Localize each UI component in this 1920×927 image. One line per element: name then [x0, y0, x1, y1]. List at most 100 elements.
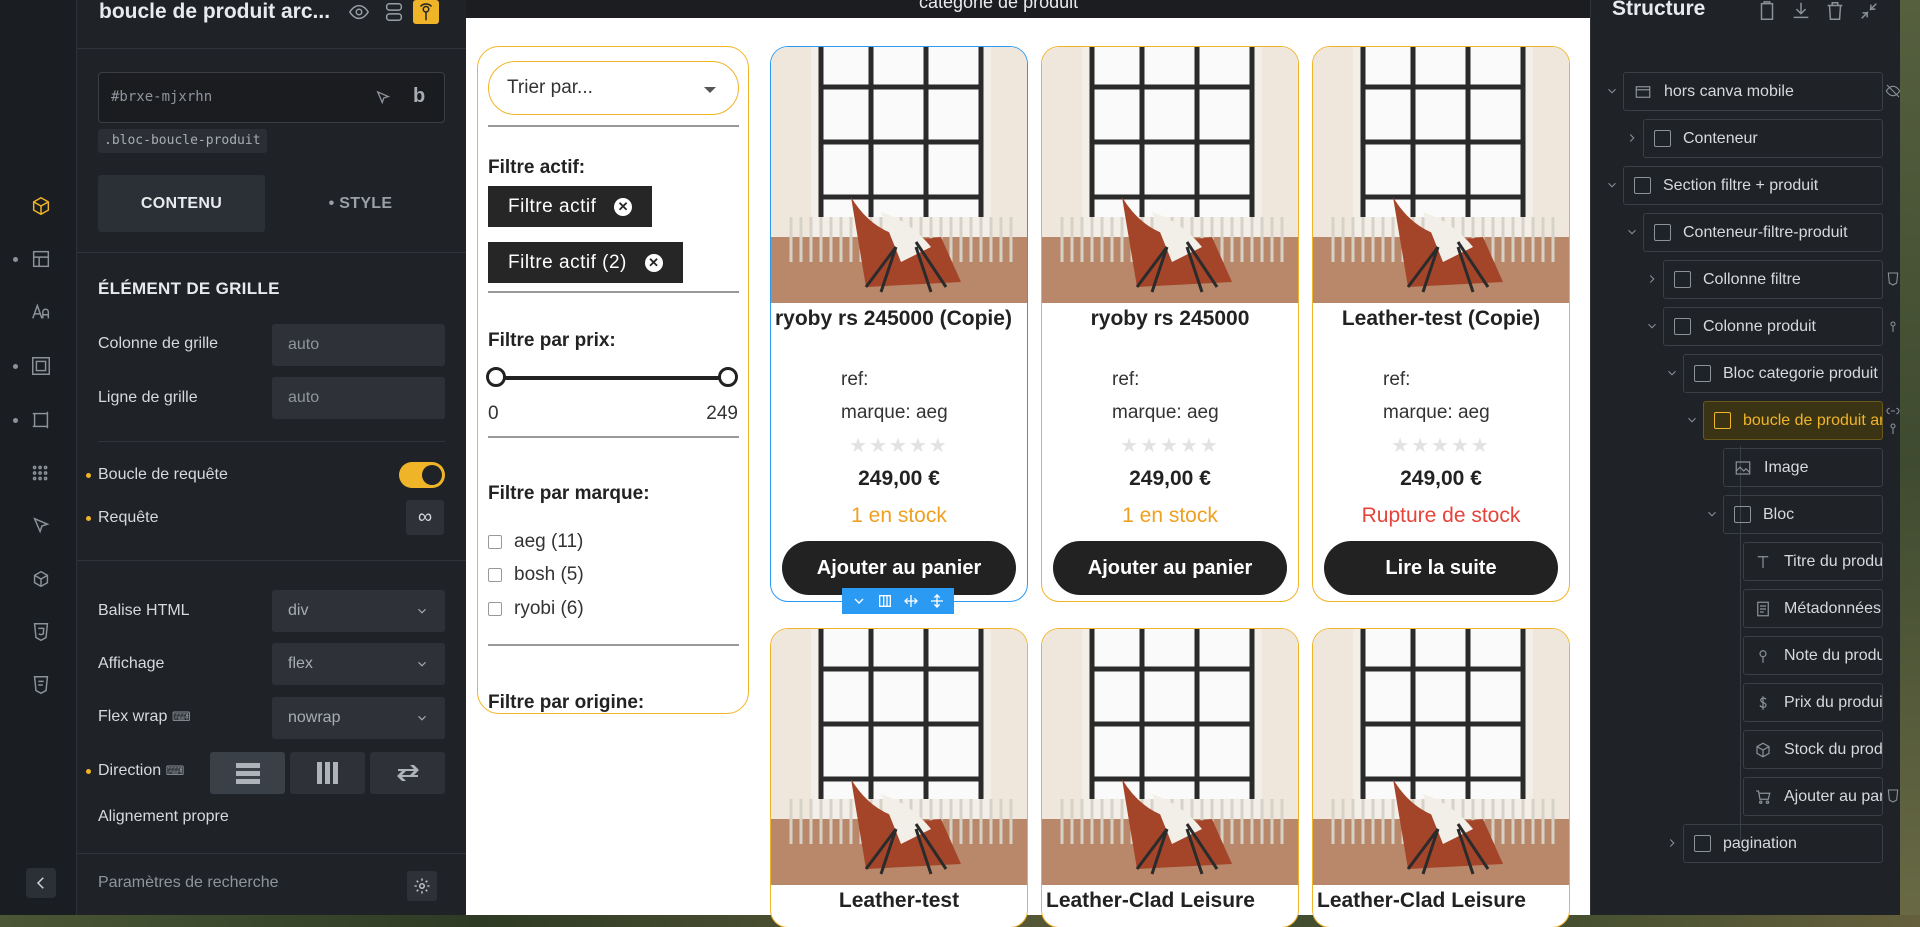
cursor-select-icon[interactable]	[374, 89, 392, 107]
layout-icon[interactable]	[28, 246, 54, 272]
price-slider-min-handle[interactable]	[486, 367, 506, 387]
query-infinity-button[interactable]: ∞	[406, 500, 444, 535]
product-card[interactable]: Leather-Clad Leisure	[1041, 628, 1299, 927]
add-to-cart-button[interactable]: Ajouter au panier	[1053, 541, 1287, 595]
product-ref: ref:	[841, 369, 869, 390]
spacing-icon[interactable]	[28, 353, 54, 379]
structure-node[interactable]: Stock du produit	[1743, 730, 1883, 769]
settings-button[interactable]	[407, 871, 437, 901]
structure-node[interactable]: Bloc categorie produit	[1683, 354, 1883, 393]
filter-column[interactable]: Trier par... Filtre actif: Filtre actif ✕…	[477, 46, 749, 714]
checkbox-box[interactable]	[488, 602, 502, 616]
clipboard-icon[interactable]	[1756, 0, 1780, 24]
product-card[interactable]: ryoby rs 245000 ref: marque: aeg ★★★★★ 2…	[1041, 46, 1299, 602]
chevron-right-icon[interactable]	[1625, 131, 1639, 145]
structure-node[interactable]: pagination	[1683, 824, 1883, 863]
product-card[interactable]: Leather-Clad Leisure	[1312, 628, 1570, 927]
typography-icon[interactable]	[28, 299, 54, 325]
chevron-down-icon[interactable]	[1625, 225, 1639, 239]
product-card[interactable]: Leather-test	[770, 628, 1028, 927]
download-icon[interactable]	[1790, 0, 1814, 24]
eye-off-icon[interactable]	[1885, 83, 1901, 99]
close-icon[interactable]: ✕	[614, 197, 633, 216]
grid-dots-icon[interactable]	[28, 460, 54, 486]
transform-cube-icon[interactable]	[28, 566, 54, 592]
structure-node[interactable]: Conteneur	[1643, 119, 1883, 158]
chevron-down-icon[interactable]	[1605, 84, 1619, 98]
add-to-cart-button[interactable]: Ajouter au panier	[782, 541, 1016, 595]
tab-content[interactable]: CONTENU	[98, 175, 265, 232]
structure-node[interactable]: Colonne produit	[1663, 307, 1883, 346]
product-card[interactable]: ryoby rs 245000 (Copie) ref: marque: aeg…	[770, 46, 1028, 602]
direction-row-button[interactable]	[290, 752, 365, 794]
chevron-left-icon	[36, 877, 44, 889]
collapse-panel-button[interactable]	[26, 868, 56, 898]
toggle-stack-icon[interactable]	[381, 0, 407, 24]
border-icon[interactable]	[28, 407, 54, 433]
chevron-down-icon[interactable]	[1685, 413, 1699, 427]
structure-node[interactable]: Métadonnées	[1743, 589, 1883, 628]
structure-node[interactable]: Prix du produit	[1743, 683, 1883, 722]
css-icon[interactable]	[28, 619, 54, 645]
chevron-down-icon[interactable]	[1705, 507, 1719, 521]
structure-node[interactable]: Section filtre + produit	[1623, 166, 1883, 205]
chevron-right-icon[interactable]	[1665, 836, 1679, 850]
query-loop-toggle[interactable]	[399, 462, 445, 488]
chevron-down-icon[interactable]	[851, 593, 867, 609]
active-filter-chip[interactable]: Filtre actif ✕	[488, 186, 653, 227]
checkbox-box[interactable]	[488, 568, 502, 582]
product-price: 249,00 €	[1400, 467, 1482, 490]
read-more-button[interactable]: Lire la suite	[1324, 541, 1558, 595]
cursor-icon[interactable]	[28, 513, 54, 539]
eye-icon[interactable]	[346, 0, 372, 24]
stock-status: Rupture de stock	[1361, 504, 1521, 527]
tab-style[interactable]: • STYLE	[277, 175, 444, 232]
structure-node[interactable]: Image	[1723, 448, 1883, 487]
close-icon[interactable]: ✕	[644, 253, 663, 272]
structure-node[interactable]: Bloc	[1723, 495, 1883, 534]
structure-node[interactable]: Collonne filtre	[1663, 260, 1883, 299]
grid-row-input[interactable]: auto	[272, 377, 445, 419]
sort-select[interactable]: Trier par...	[488, 61, 739, 115]
display-select[interactable]: flex	[272, 643, 445, 685]
move-vertical-icon[interactable]	[929, 593, 945, 609]
structure-node[interactable]: Conteneur-filtre-produit	[1643, 213, 1883, 252]
bold-class-icon[interactable]: b	[413, 85, 425, 108]
chevron-down-icon[interactable]	[1665, 366, 1679, 380]
html-icon[interactable]	[28, 672, 54, 698]
structure-node[interactable]: hors canva mobile	[1623, 72, 1883, 111]
structure-node-selected[interactable]: boucle de produit archive	[1703, 401, 1883, 440]
grid-column-input[interactable]: auto	[272, 324, 445, 366]
query-label: Requête	[98, 509, 159, 526]
move-horizontal-icon[interactable]	[903, 593, 919, 609]
chevron-down-icon[interactable]	[1605, 178, 1619, 192]
elements-cube-icon[interactable]	[28, 193, 54, 219]
price-slider-track[interactable]	[496, 376, 729, 380]
columns-icon[interactable]	[877, 593, 893, 609]
checkbox-box[interactable]	[488, 535, 502, 549]
trash-icon[interactable]	[1824, 0, 1848, 24]
brand-checkbox[interactable]: bosh (5)	[488, 564, 584, 586]
structure-node[interactable]: Titre du produit	[1743, 542, 1883, 581]
html-tag-select[interactable]: div	[272, 590, 445, 632]
structure-node[interactable]: Note du produit	[1743, 636, 1883, 675]
direction-reverse-button[interactable]	[370, 752, 445, 794]
price-slider-max-handle[interactable]	[718, 367, 738, 387]
gear-icon	[414, 878, 430, 894]
chevron-down-icon[interactable]	[1645, 319, 1659, 333]
active-filter-chip[interactable]: Filtre actif (2) ✕	[488, 242, 683, 283]
chip-label: Filtre actif (2)	[508, 251, 627, 273]
brand-checkbox[interactable]: aeg (11)	[488, 531, 583, 553]
chevron-right-icon[interactable]	[1645, 272, 1659, 286]
structure-node[interactable]: Ajouter au panier	[1743, 777, 1883, 816]
direction-column-button[interactable]	[210, 752, 285, 794]
element-id-field[interactable]: #brxe-mjxrhn b	[98, 72, 445, 123]
product-card[interactable]: Leather-test (Copie) ref: marque: aeg ★★…	[1312, 46, 1570, 602]
rating-stars: ★★★★★	[1391, 435, 1491, 457]
flex-wrap-select[interactable]: nowrap	[272, 697, 445, 739]
collapse-all-icon[interactable]	[1858, 0, 1882, 24]
interaction-icon[interactable]	[413, 0, 439, 24]
brand-checkbox[interactable]: ryobi (6)	[488, 598, 584, 620]
element-toolbar[interactable]	[842, 588, 954, 614]
class-tag[interactable]: .bloc-boucle-produit	[98, 129, 267, 153]
